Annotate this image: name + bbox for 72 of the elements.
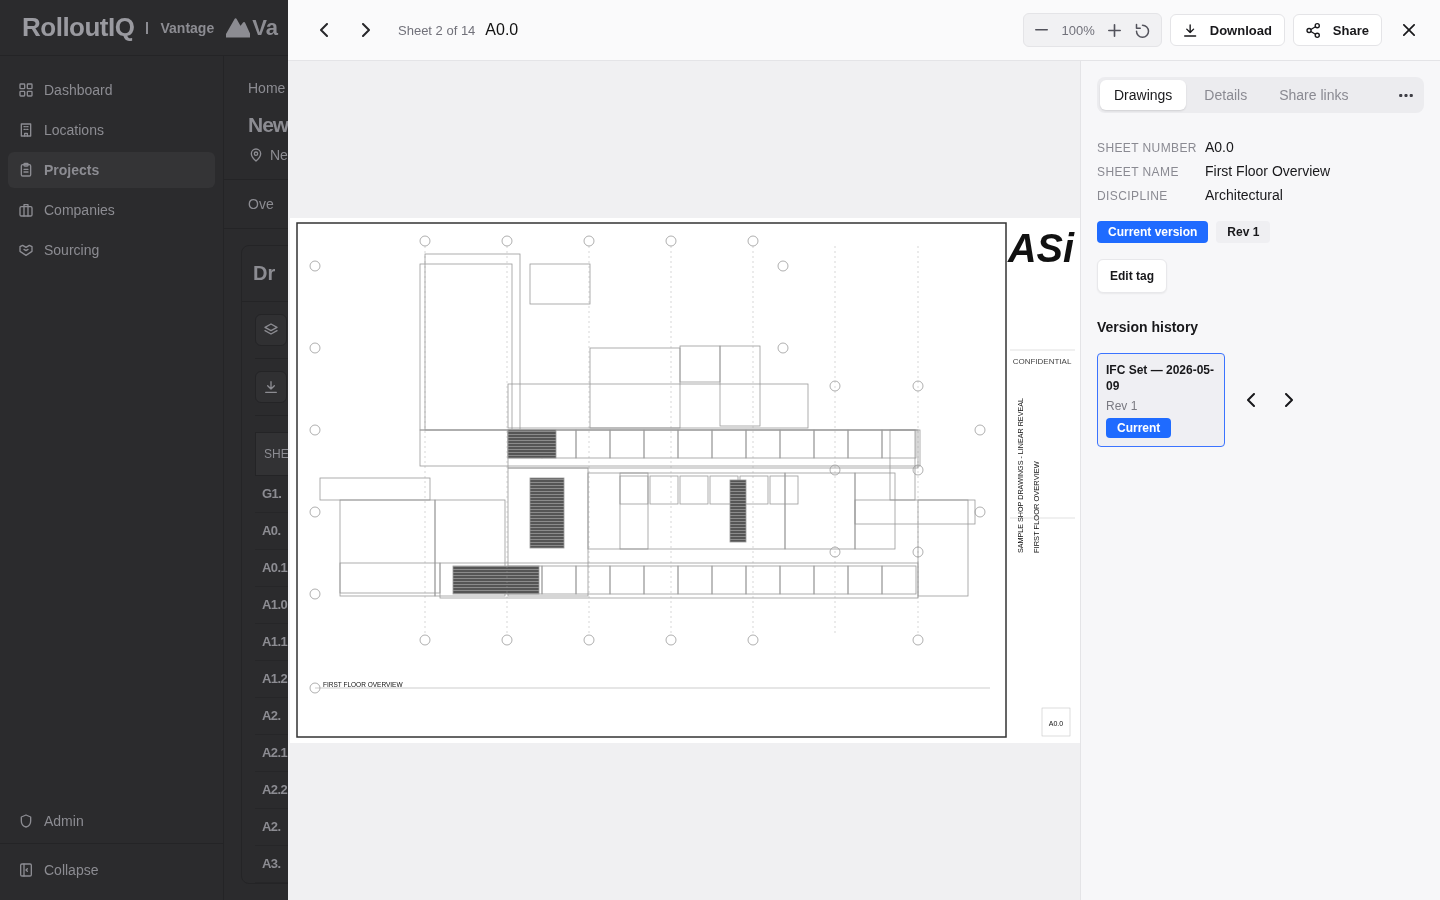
workspace-name: Vantage bbox=[160, 19, 215, 36]
sidebar-item[interactable]: Projects bbox=[8, 152, 215, 188]
pin-icon bbox=[248, 147, 264, 163]
panel-tab[interactable]: Drawings bbox=[1100, 80, 1187, 110]
minus-icon bbox=[1035, 28, 1048, 32]
sheet-code-cell: A0.1 bbox=[262, 560, 288, 575]
sidebar-icon bbox=[18, 862, 34, 878]
version-revision: Rev 1 bbox=[1106, 399, 1138, 413]
panel-tab[interactable]: Share links bbox=[1265, 80, 1363, 110]
download-button[interactable]: Download bbox=[1169, 14, 1285, 46]
sidebar-item[interactable]: Admin bbox=[8, 803, 215, 839]
share-icon bbox=[1305, 22, 1321, 38]
version-tag: Current version bbox=[1097, 221, 1209, 243]
sheet-code: A0.0 bbox=[485, 21, 519, 39]
app-logo: RolloutIQ bbox=[22, 12, 135, 43]
sheet-code-cell: A3. bbox=[262, 856, 281, 871]
sheet-code-cell: A1.0 bbox=[262, 597, 288, 612]
field-label: SHEET NAME bbox=[1097, 165, 1180, 179]
page-tab[interactable]: Ove bbox=[248, 196, 274, 212]
confidential-notice: CONFIDENTIAL bbox=[1012, 357, 1072, 366]
briefcase-icon bbox=[18, 202, 34, 218]
shield-icon bbox=[18, 813, 34, 829]
building-icon bbox=[18, 122, 34, 138]
rotate-icon bbox=[1135, 22, 1151, 38]
current-badge: Current bbox=[1106, 418, 1172, 438]
grid-icon bbox=[18, 82, 34, 98]
download-button[interactable] bbox=[255, 371, 287, 403]
sheet-code-cell: A2. bbox=[262, 819, 281, 834]
share-button[interactable]: Share bbox=[1292, 14, 1382, 46]
sidebar-item[interactable]: Companies bbox=[8, 192, 215, 228]
edit-tag-button[interactable]: Edit tag bbox=[1097, 259, 1167, 293]
sidebar-item[interactable]: Dashboard bbox=[8, 72, 215, 108]
sheet-logo: ASi bbox=[1008, 226, 1075, 270]
zoom-level: 100% bbox=[1060, 22, 1096, 38]
sheet-code-cell: A0. bbox=[262, 523, 281, 538]
chevron-left-icon bbox=[1247, 393, 1255, 407]
field-label: SHEET NUMBER bbox=[1097, 141, 1198, 155]
section-heading: Version history bbox=[1097, 319, 1200, 335]
chevron-right-icon bbox=[362, 23, 370, 37]
version-title: IFC Set — 2026-05-09 bbox=[1106, 362, 1216, 394]
plus-icon bbox=[1108, 23, 1122, 37]
revision-tag: Rev 1 bbox=[1216, 221, 1271, 243]
close-icon bbox=[1403, 24, 1415, 36]
collapse-button[interactable]: Collapse bbox=[8, 852, 215, 888]
layers-button[interactable] bbox=[255, 314, 287, 346]
field-label: DISCIPLINE bbox=[1097, 189, 1169, 203]
download-icon bbox=[1182, 22, 1198, 38]
sheet-code-cell: A1.2 bbox=[262, 671, 288, 686]
sheet-code-cell: A2.1 bbox=[262, 745, 288, 760]
version-card[interactable]: IFC Set — 2026-05-09 Rev 1 Current bbox=[1097, 353, 1225, 447]
sheet-code-cell: A2. bbox=[262, 708, 281, 723]
breadcrumb-link[interactable]: Home bbox=[248, 80, 286, 96]
sheet-position: Sheet 2 of 14 bbox=[398, 22, 476, 38]
section-title: Dr bbox=[253, 262, 276, 284]
field-value: A0.0 bbox=[1205, 139, 1235, 155]
download-icon bbox=[263, 379, 279, 395]
sidebar-item[interactable]: Locations bbox=[8, 112, 215, 148]
page-title: New bbox=[248, 113, 289, 137]
field-value: Architectural bbox=[1205, 187, 1284, 203]
more-icon bbox=[1399, 93, 1413, 97]
field-value: First Floor Overview bbox=[1205, 163, 1332, 179]
brand-name: Va bbox=[252, 14, 278, 41]
sheet-code-cell: G1. bbox=[262, 486, 282, 501]
project-location: Ne bbox=[270, 147, 288, 163]
panel-tab[interactable]: Details bbox=[1190, 80, 1262, 110]
sheet-code-cell: A1.1 bbox=[262, 634, 288, 649]
mountain-icon bbox=[226, 15, 251, 40]
chevron-left-icon bbox=[320, 23, 328, 37]
sidebar-item[interactable]: Sourcing bbox=[8, 232, 215, 268]
chevron-right-icon bbox=[1285, 393, 1293, 407]
clipboard-icon bbox=[18, 162, 34, 178]
sheet-code-cell: A2.2 bbox=[262, 782, 288, 797]
